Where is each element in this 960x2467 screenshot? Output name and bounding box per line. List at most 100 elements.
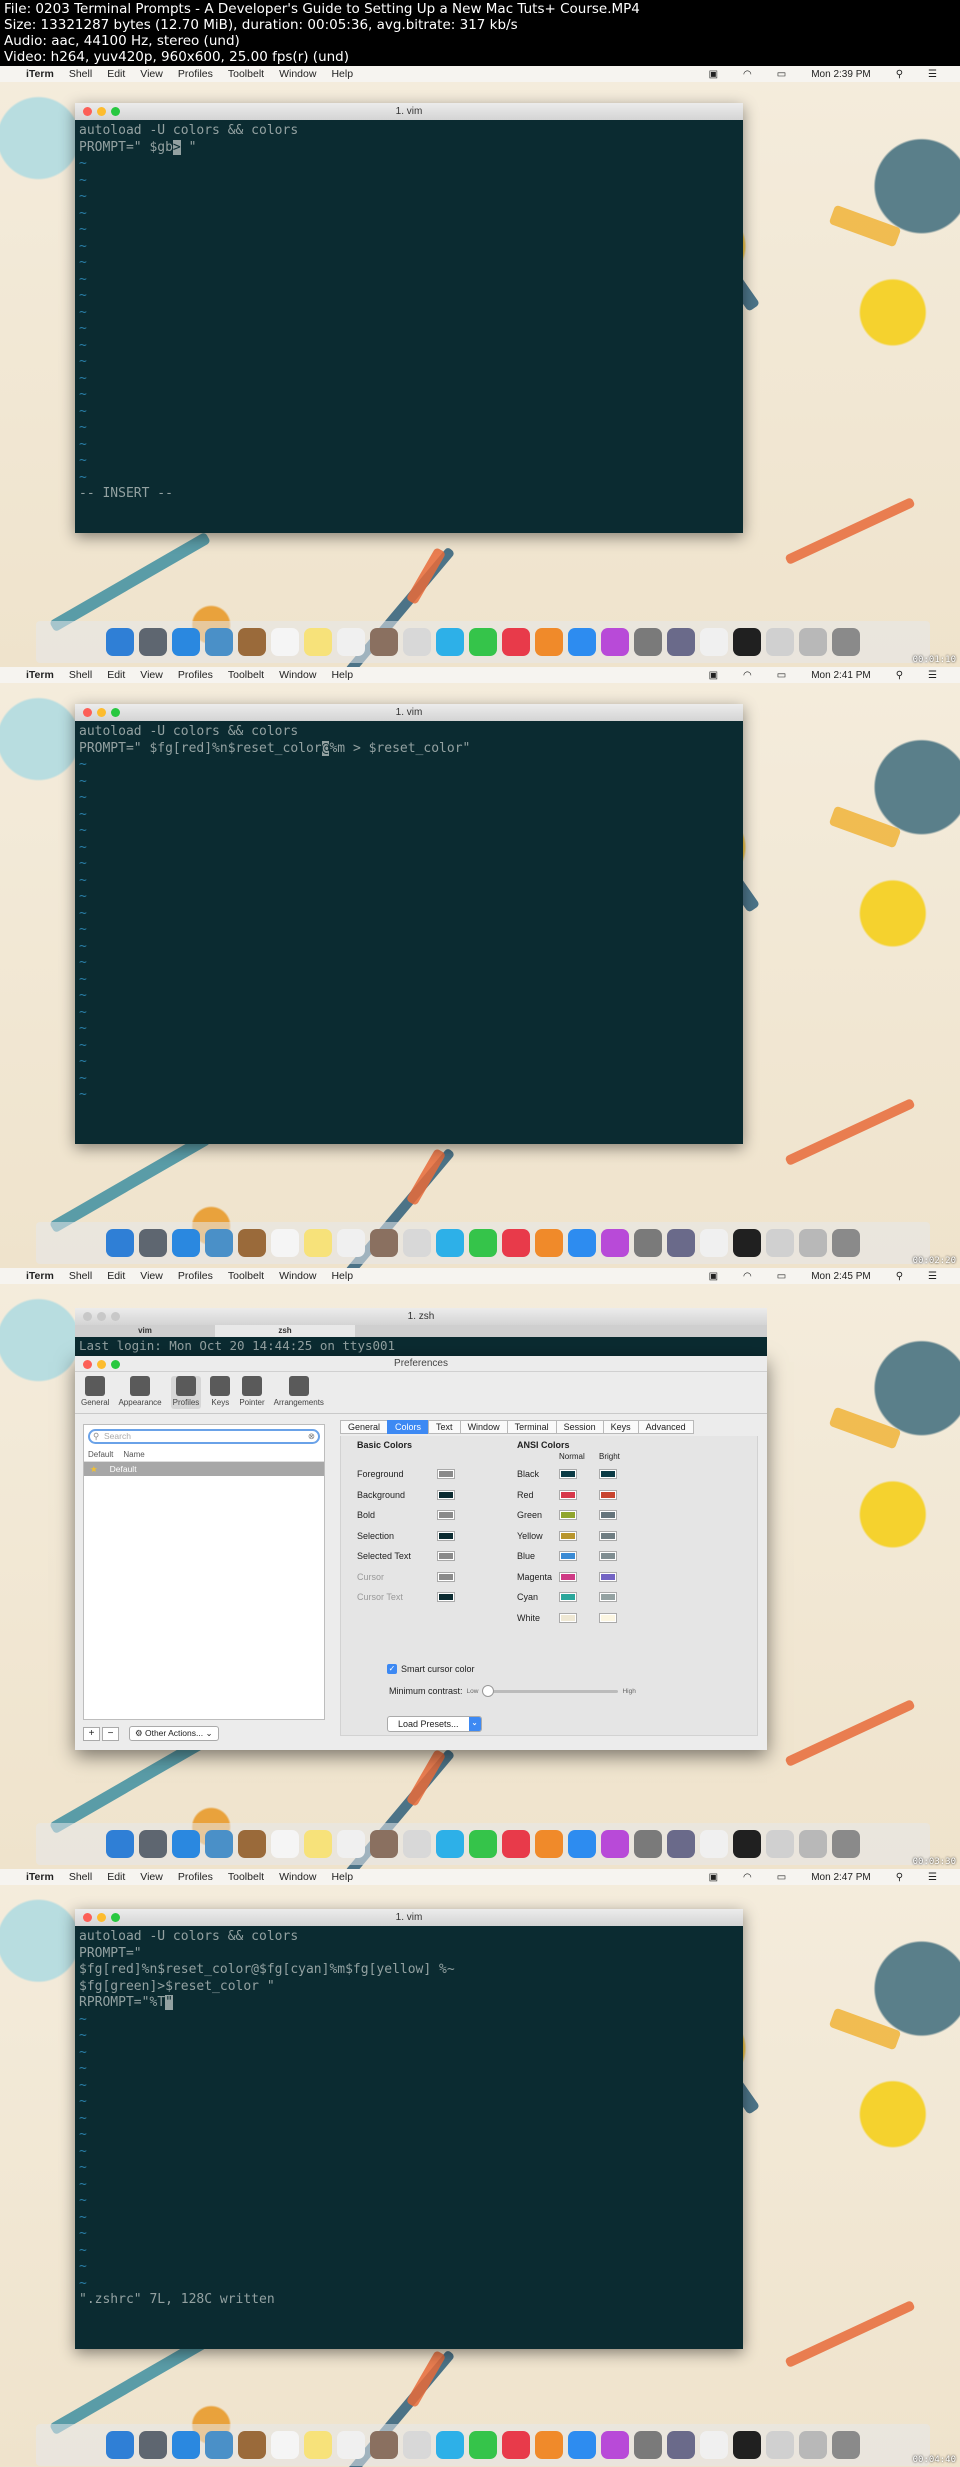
color-swatch[interactable] (559, 1530, 577, 1541)
tab-session[interactable]: Session (555, 1420, 604, 1434)
menu-window[interactable]: Window (279, 1270, 316, 1282)
launchpad-icon[interactable] (139, 1830, 167, 1858)
podcast-icon[interactable] (601, 1830, 629, 1858)
menu-window[interactable]: Window (279, 68, 316, 80)
remove-profile-button[interactable]: − (102, 1726, 119, 1741)
toolbar-pointer[interactable]: Pointer (239, 1376, 265, 1409)
app-store-icon[interactable] (568, 628, 596, 656)
launchpad-icon[interactable] (139, 2431, 167, 2459)
tab-advanced[interactable]: Advanced (637, 1420, 694, 1434)
menu-view[interactable]: View (140, 1270, 163, 1282)
contacts-icon[interactable] (238, 1830, 266, 1858)
menu-toolbelt[interactable]: Toolbelt (228, 1871, 264, 1883)
menu-view[interactable]: View (140, 669, 163, 681)
color-swatch[interactable] (599, 1551, 617, 1562)
window-titlebar[interactable]: 1. vim (75, 1909, 743, 1926)
terminal-window[interactable]: 1. vim autoload -U colors && colors PROMPT… (75, 704, 743, 1144)
facetime-icon[interactable] (469, 1830, 497, 1858)
window-titlebar[interactable]: 1. zsh (75, 1308, 767, 1325)
messages-icon[interactable] (436, 628, 464, 656)
app-menu-iterm[interactable]: iTerm (26, 1270, 54, 1282)
minimize-button[interactable] (97, 1312, 106, 1321)
system-preferences-icon[interactable] (634, 628, 662, 656)
terminal-window[interactable]: 1. vim autoload -U colors && colors PROMPT… (75, 1909, 743, 2349)
podcast-icon[interactable] (601, 628, 629, 656)
menu-toolbelt[interactable]: Toolbelt (228, 1270, 264, 1282)
menu-help[interactable]: Help (331, 68, 353, 80)
other-actions-dropdown[interactable]: ⚙ Other Actions... ⌄ (129, 1726, 219, 1741)
reminders-icon[interactable] (337, 1229, 365, 1257)
launchpad-icon[interactable] (139, 628, 167, 656)
itunes-icon[interactable] (502, 2431, 530, 2459)
close-button[interactable] (83, 1913, 92, 1922)
zoom-button[interactable] (111, 107, 120, 116)
maps-icon[interactable] (370, 1229, 398, 1257)
notes-icon[interactable] (304, 1830, 332, 1858)
podcast-icon[interactable] (601, 1229, 629, 1257)
menu-edit[interactable]: Edit (107, 1270, 125, 1282)
itunes-icon[interactable] (502, 1830, 530, 1858)
notification-center-icon[interactable]: ☰ (928, 670, 937, 681)
iterm-icon[interactable] (733, 628, 761, 656)
menu-profiles[interactable]: Profiles (178, 669, 213, 681)
preferences-titlebar[interactable]: Preferences (75, 1356, 767, 1372)
clock[interactable]: Mon 2:39 PM (811, 69, 870, 80)
menu-toolbelt[interactable]: Toolbelt (228, 68, 264, 80)
tab-text[interactable]: Text (428, 1420, 461, 1434)
menu-profiles[interactable]: Profiles (178, 1270, 213, 1282)
menu-edit[interactable]: Edit (107, 68, 125, 80)
notes-icon[interactable] (304, 1229, 332, 1257)
app-menu-iterm[interactable]: iTerm (26, 669, 54, 681)
preview-icon[interactable] (766, 1229, 794, 1257)
app-menu-iterm[interactable]: iTerm (26, 1871, 54, 1883)
ibooks-icon[interactable] (535, 2431, 563, 2459)
photos-icon[interactable] (403, 2431, 431, 2459)
battery-icon[interactable]: ▭ (777, 670, 786, 681)
reminders-icon[interactable] (337, 2431, 365, 2459)
itunes-icon[interactable] (502, 1229, 530, 1257)
minimize-button[interactable] (97, 1913, 106, 1922)
textedit-icon[interactable] (700, 2431, 728, 2459)
toolbar-general[interactable]: General (81, 1376, 109, 1409)
mail-icon[interactable] (205, 628, 233, 656)
color-swatch[interactable] (437, 1592, 455, 1603)
contacts-icon[interactable] (238, 1229, 266, 1257)
zoom-button[interactable] (111, 1360, 120, 1369)
trash-icon[interactable] (832, 2431, 860, 2459)
profile-row-default[interactable]: ★ Default (84, 1462, 324, 1476)
zoom-button[interactable] (111, 1312, 120, 1321)
calendar-icon[interactable] (271, 628, 299, 656)
notification-center-icon[interactable]: ☰ (928, 1271, 937, 1282)
color-swatch[interactable] (559, 1551, 577, 1562)
menu-shell[interactable]: Shell (69, 1270, 92, 1282)
textedit-icon[interactable] (700, 1830, 728, 1858)
tab-vim[interactable]: vim (75, 1325, 215, 1337)
launchpad-icon[interactable] (139, 1229, 167, 1257)
menu-shell[interactable]: Shell (69, 1871, 92, 1883)
window-titlebar[interactable]: 1. vim (75, 103, 743, 120)
facetime-icon[interactable] (469, 1229, 497, 1257)
calendar-icon[interactable] (271, 2431, 299, 2459)
documents-icon[interactable] (799, 1229, 827, 1257)
color-swatch[interactable] (599, 1469, 617, 1480)
color-swatch[interactable] (599, 1592, 617, 1603)
minimize-button[interactable] (97, 708, 106, 717)
menu-help[interactable]: Help (331, 669, 353, 681)
preferences-window[interactable]: Preferences General Appearance Profiles Keys… (75, 1356, 767, 1750)
close-button[interactable] (83, 1360, 92, 1369)
clock[interactable]: Mon 2:45 PM (811, 1271, 870, 1282)
reminders-icon[interactable] (337, 628, 365, 656)
ibooks-icon[interactable] (535, 1830, 563, 1858)
finder-icon[interactable] (106, 628, 134, 656)
camera-icon[interactable]: ▣ (709, 670, 718, 681)
spotlight-icon[interactable]: ⚲ (896, 670, 903, 681)
facetime-icon[interactable] (469, 2431, 497, 2459)
clock[interactable]: Mon 2:41 PM (811, 670, 870, 681)
mail-icon[interactable] (205, 2431, 233, 2459)
textedit-icon[interactable] (700, 628, 728, 656)
close-button[interactable] (83, 107, 92, 116)
color-swatch[interactable] (599, 1571, 617, 1582)
vim-buffer[interactable]: autoload -U colors && colors PROMPT=" $fg[… (75, 1926, 743, 2312)
textedit-icon[interactable] (700, 1229, 728, 1257)
color-swatch[interactable] (559, 1592, 577, 1603)
